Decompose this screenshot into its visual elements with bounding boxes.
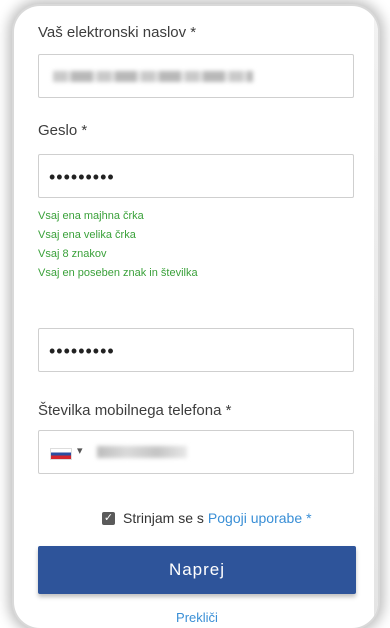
rule-special-number: Vsaj en poseben znak in številka — [38, 267, 198, 279]
phone-label: Številka mobilnega telefona * — [38, 402, 232, 419]
next-button[interactable]: Naprej — [38, 546, 356, 594]
rule-uppercase: Vsaj ena velika črka — [38, 229, 136, 241]
terms-agreement: ✓ Strinjam se s Pogoji uporabe * — [102, 510, 312, 526]
slovenia-flag-icon[interactable] — [51, 449, 71, 459]
password-value: ••••••••• — [49, 167, 115, 187]
terms-link[interactable]: Pogoji uporabe — [208, 510, 302, 526]
password-field[interactable]: ••••••••• — [38, 154, 354, 198]
email-field[interactable] — [38, 54, 354, 98]
terms-checkbox[interactable]: ✓ — [102, 511, 115, 525]
rule-length: Vsaj 8 znakov — [38, 248, 107, 260]
password-label: Geslo * — [38, 122, 88, 139]
rule-lowercase: Vsaj ena majhna črka — [38, 210, 144, 222]
confirm-password-field[interactable]: ••••••••• — [38, 328, 354, 372]
cancel-link[interactable]: Prekliči — [38, 610, 356, 625]
email-value-redacted — [53, 71, 253, 82]
frame-edge — [374, 6, 378, 628]
country-dropdown-icon[interactable]: ▾ — [77, 444, 83, 457]
phone-frame: Vaš elektronski naslov * Geslo * •••••••… — [14, 6, 378, 628]
terms-required-asterisk: * — [306, 510, 312, 526]
password-rules: Vsaj ena majhna črka Vsaj ena velika črk… — [38, 211, 198, 287]
email-label: Vaš elektronski naslov * — [38, 24, 197, 41]
phone-field[interactable]: ▾ — [38, 430, 354, 474]
confirm-password-value: ••••••••• — [49, 341, 115, 361]
phone-value-redacted — [97, 446, 187, 458]
terms-text: Strinjam se s — [123, 510, 204, 526]
